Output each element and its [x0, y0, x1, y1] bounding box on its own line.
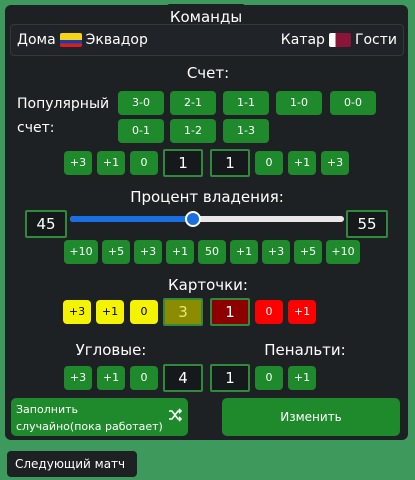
home-score-zero-button[interactable]: 0 — [130, 151, 158, 175]
popular-score-1-1-button[interactable]: 1-1 — [223, 91, 269, 115]
next-match-button[interactable]: Следующий матч — [7, 451, 137, 477]
popular-score-1-3-button[interactable]: 1-3 — [223, 119, 269, 143]
home-team: Дома Эквадор — [17, 25, 148, 55]
possession-home-plus1-button[interactable]: +1 — [166, 240, 194, 264]
possession-reset-50-button[interactable]: 50 — [198, 240, 226, 264]
home-possession-value[interactable]: 45 — [25, 210, 67, 238]
penalties-value[interactable]: 1 — [210, 364, 250, 392]
qatar-flag-icon — [328, 33, 351, 47]
possession-title: Процент владения: — [128, 184, 286, 210]
away-label: Гости — [354, 32, 397, 48]
yellow-card-value[interactable]: 3 — [163, 298, 203, 326]
possession-home-plus3-button[interactable]: +3 — [134, 240, 162, 264]
corners-title: Угловые: — [72, 337, 150, 363]
popular-score-0-0-button[interactable]: 0-0 — [330, 91, 376, 115]
popular-score-0-1-button[interactable]: 0-1 — [118, 119, 164, 143]
away-score-plus1-button[interactable]: +1 — [288, 151, 316, 175]
home-team-name: Эквадор — [85, 32, 148, 48]
possession-away-plus1-button[interactable]: +1 — [230, 240, 258, 264]
possession-away-plus10-button[interactable]: +10 — [326, 240, 360, 264]
yellow-card-zero-button[interactable]: 0 — [130, 300, 158, 324]
yellow-card-plus1-button[interactable]: +1 — [96, 300, 124, 324]
red-card-plus1-button[interactable]: +1 — [288, 300, 316, 324]
away-possession-value[interactable]: 55 — [346, 210, 388, 238]
corners-plus1-button[interactable]: +1 — [97, 366, 125, 390]
popular-score-1-2-button[interactable]: 1-2 — [170, 119, 216, 143]
home-score-plus1-button[interactable]: +1 — [97, 151, 125, 175]
possession-home-plus10-button[interactable]: +10 — [64, 240, 98, 264]
corners-plus3-button[interactable]: +3 — [64, 366, 92, 390]
away-team: Катар Гости — [281, 25, 397, 55]
teams-bar: Дома Эквадор Катар Гости — [10, 24, 404, 56]
popular-score-3-0-button[interactable]: 3-0 — [118, 91, 164, 115]
change-button[interactable]: Изменить — [222, 398, 400, 436]
possession-slider[interactable] — [70, 211, 344, 227]
popular-score-2-1-button[interactable]: 2-1 — [170, 91, 216, 115]
cards-title: Карточки: — [166, 272, 250, 298]
possession-home-plus5-button[interactable]: +5 — [102, 240, 130, 264]
away-score-zero-button[interactable]: 0 — [255, 151, 283, 175]
penalties-plus1-button[interactable]: +1 — [288, 366, 316, 390]
possession-slider-fill — [70, 216, 194, 222]
away-team-name: Катар — [280, 32, 325, 48]
red-card-value[interactable]: 1 — [210, 298, 250, 326]
popular-score-1-0-button[interactable]: 1-0 — [276, 91, 322, 115]
possession-away-plus3-button[interactable]: +3 — [262, 240, 290, 264]
shuffle-icon — [168, 408, 183, 427]
ecuador-flag-icon — [59, 33, 82, 47]
home-score-plus3-button[interactable]: +3 — [64, 151, 92, 175]
random-fill-button[interactable]: Заполнить случайно(пока работает) — [11, 398, 188, 436]
corners-zero-button[interactable]: 0 — [130, 366, 158, 390]
popular-score-label: Популярный счет: — [11, 92, 115, 144]
red-card-zero-button[interactable]: 0 — [255, 300, 283, 324]
score-title: Счет: — [183, 60, 233, 86]
random-fill-label: Заполнить случайно(пока работает) — [16, 403, 163, 433]
corners-value[interactable]: 4 — [163, 364, 203, 392]
away-score-plus3-button[interactable]: +3 — [321, 151, 349, 175]
next-match-label: Следующий матч — [15, 457, 126, 471]
away-score-value[interactable]: 1 — [210, 149, 250, 177]
penalties-title: Пенальти: — [264, 337, 346, 363]
penalties-zero-button[interactable]: 0 — [255, 366, 283, 390]
home-label: Дома — [17, 32, 56, 48]
yellow-card-plus3-button[interactable]: +3 — [63, 300, 91, 324]
possession-away-plus5-button[interactable]: +5 — [294, 240, 322, 264]
home-score-value[interactable]: 1 — [163, 149, 203, 177]
